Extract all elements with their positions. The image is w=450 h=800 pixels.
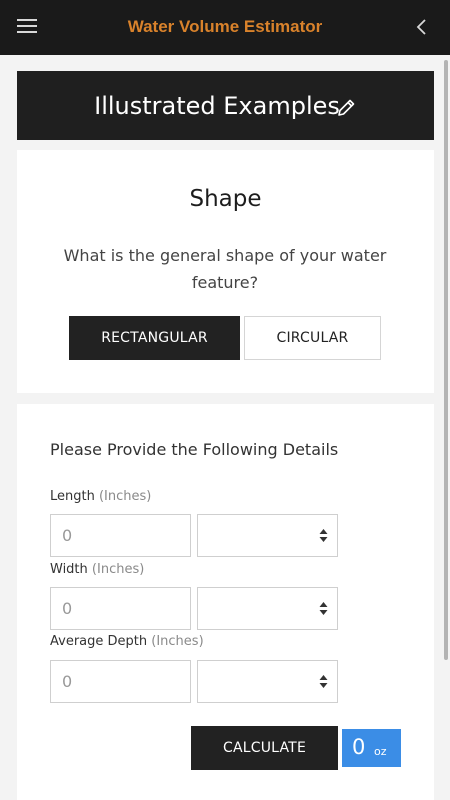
- shape-title: Shape: [189, 186, 262, 212]
- pencil-icon[interactable]: [335, 97, 357, 119]
- shape-question: What is the general shape of your water …: [63, 246, 387, 292]
- sort-caret-icon: [319, 529, 328, 542]
- circular-option-button[interactable]: CIRCULAR: [244, 316, 381, 360]
- details-heading: Please Provide the Following Details: [50, 440, 339, 459]
- length-label: Length (Inches): [50, 489, 151, 504]
- result-unit: oz: [374, 745, 387, 758]
- depth-unit-hint: (Inches): [151, 634, 204, 649]
- depth-input[interactable]: 0: [50, 660, 191, 703]
- app-bar: Water Volume Estimator: [0, 0, 450, 55]
- result-badge: 0 oz: [342, 729, 401, 767]
- length-input[interactable]: 0: [50, 514, 191, 557]
- width-input[interactable]: 0: [50, 587, 191, 630]
- calculate-button[interactable]: CALCULATE: [191, 726, 338, 770]
- width-label: Width (Inches): [50, 562, 144, 577]
- rectangular-option-button[interactable]: RECTANGULAR: [69, 316, 240, 360]
- length-label-text: Length: [50, 489, 95, 504]
- illustrated-examples-banner[interactable]: Illustrated Examples: [17, 71, 434, 140]
- shape-card: Shape What is the general shape of your …: [17, 150, 434, 393]
- sort-caret-icon: [319, 675, 328, 688]
- length-unit-hint: (Inches): [98, 489, 152, 504]
- depth-label: Average Depth (Inches): [50, 634, 204, 649]
- result-value: 0: [352, 735, 366, 759]
- details-card: Please Provide the Following Details Len…: [17, 404, 434, 800]
- length-unit-select[interactable]: [197, 514, 338, 557]
- width-label-text: Width: [50, 562, 88, 577]
- width-unit-select[interactable]: [197, 587, 338, 630]
- scrollbar[interactable]: [444, 60, 448, 660]
- depth-label-text: Average Depth: [50, 634, 148, 649]
- app-title: Water Volume Estimator: [127, 17, 323, 36]
- width-unit-hint: (Inches): [91, 562, 145, 577]
- depth-unit-select[interactable]: [197, 660, 338, 703]
- chevron-left-icon[interactable]: [412, 17, 432, 37]
- banner-title: Illustrated Examples: [94, 92, 340, 120]
- sort-caret-icon: [319, 602, 328, 615]
